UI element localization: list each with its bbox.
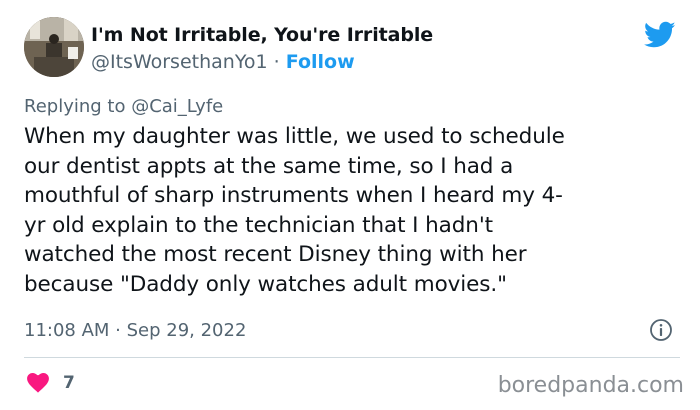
- follow-button[interactable]: Follow: [286, 51, 355, 73]
- author-handle[interactable]: @ItsWorsethanYo1: [91, 51, 268, 73]
- reply-prefix: Replying to: [24, 96, 132, 117]
- source-watermark: boredpanda.com: [497, 373, 684, 398]
- heart-icon[interactable]: [27, 373, 49, 393]
- author-display-name[interactable]: I'm Not Irritable, You're Irritable: [91, 24, 433, 46]
- tweet-text: When my daughter was little, we used to …: [24, 124, 565, 297]
- like-count: 7: [63, 373, 75, 393]
- twitter-bird-icon[interactable]: [644, 21, 676, 49]
- handle-separator: ·: [267, 51, 286, 73]
- author-handle-row: @ItsWorsethanYo1 · Follow: [91, 51, 433, 73]
- avatar[interactable]: [24, 17, 84, 77]
- reply-handle-link[interactable]: @Cai_Lyfe: [131, 96, 223, 117]
- tweet-card: I'm Not Irritable, You're Irritable @Its…: [0, 0, 700, 410]
- tweet-header: I'm Not Irritable, You're Irritable @Its…: [24, 17, 680, 79]
- like-action[interactable]: 7: [27, 371, 75, 395]
- tweet-timestamp[interactable]: 11:08 AM · Sep 29, 2022: [24, 320, 246, 341]
- divider: [24, 357, 680, 358]
- reply-context: Replying to @Cai_Lyfe: [24, 96, 223, 117]
- author-info: I'm Not Irritable, You're Irritable @Its…: [91, 24, 433, 73]
- info-icon[interactable]: [649, 318, 673, 342]
